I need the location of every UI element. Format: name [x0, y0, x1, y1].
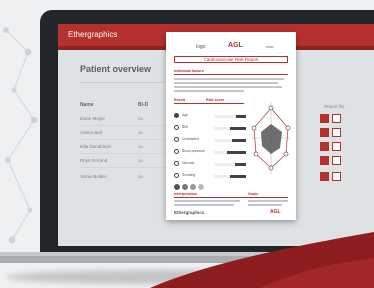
score-dot: [174, 173, 179, 178]
report-icons-row: [320, 128, 341, 137]
score-row: Smoking: [174, 172, 246, 180]
report-brand: AGL: [228, 42, 243, 49]
patient-name[interactable]: Rhys Ferrand: [80, 158, 107, 163]
score-bar: [214, 115, 246, 118]
text-line: [174, 86, 282, 88]
laptop-base: [0, 252, 374, 263]
score-bar: [214, 151, 246, 154]
text-line: [174, 90, 244, 92]
score-label: Smoking: [182, 173, 196, 177]
score-fill: [230, 175, 246, 178]
text-line: [248, 204, 282, 206]
patient-name[interactable]: Ariana Bell: [80, 130, 102, 135]
report-date: date: [266, 44, 274, 49]
patient-name[interactable]: Mila Donaldson: [80, 144, 111, 149]
section-header: Individual factors: [174, 69, 204, 73]
text-line: [248, 200, 288, 202]
score-label: Blood pressure: [182, 149, 205, 153]
score-fill: [230, 127, 246, 130]
patient-value: aa: [138, 116, 144, 121]
score-row: BMI: [174, 124, 246, 132]
page-title: Patient overview: [80, 64, 152, 74]
radar-chart: [251, 102, 291, 174]
score-fill: [231, 139, 246, 142]
app-logo[interactable]: Ethergraphics: [68, 30, 117, 39]
document-icon[interactable]: [332, 156, 341, 165]
column-header-name[interactable]: Name: [80, 102, 94, 108]
row-divider: [80, 167, 166, 168]
document-icon[interactable]: [332, 172, 341, 181]
section-header: Risk score: [206, 98, 225, 102]
patient-value: aa: [138, 158, 144, 163]
score-dot: [174, 149, 179, 154]
patient-name[interactable]: Jamie Bolder: [80, 174, 106, 179]
column-header-report: Report file: [324, 104, 345, 109]
text-line: [174, 204, 234, 206]
score-label: BMI: [182, 125, 189, 129]
text-line: [174, 78, 284, 80]
report-icons-row: [320, 114, 341, 123]
legend-dot: [198, 184, 204, 190]
section-header: Interpretation: [174, 192, 198, 196]
report-title: Cardiovascular Risk Report: [174, 56, 288, 63]
section-rule: [174, 103, 244, 104]
legend-dot: [174, 184, 180, 190]
score-dot: [174, 161, 179, 166]
text-line: [174, 82, 278, 84]
document-icon[interactable]: [332, 114, 341, 123]
pdf-icon[interactable]: [320, 156, 329, 165]
section-rule: [174, 197, 288, 198]
score-dot: [174, 137, 179, 142]
legend-dot: [190, 184, 196, 190]
document-icon[interactable]: [332, 128, 341, 137]
row-divider: [80, 125, 166, 126]
report-sheet[interactable]: logo AGL date Cardiovascular Risk Report…: [166, 32, 296, 220]
score-bar: [214, 127, 246, 130]
score-fill: [236, 115, 246, 118]
score-fill: [226, 151, 246, 154]
legend-dot: [182, 184, 188, 190]
patient-value: aa: [138, 144, 144, 149]
score-bar: [214, 163, 246, 166]
score-label: Cholesterol: [182, 137, 200, 141]
score-row: Age: [174, 112, 246, 120]
title-divider: [80, 82, 164, 83]
report-footer-brand: Ethergraphics: [174, 210, 205, 215]
section-rule: [174, 74, 288, 75]
patient-value: aa: [138, 130, 144, 135]
report-footer-logo: AGL: [270, 209, 281, 215]
document-icon[interactable]: [332, 142, 341, 151]
pdf-icon[interactable]: [320, 142, 329, 151]
report-icons-row: [320, 156, 341, 165]
row-divider: [80, 153, 166, 154]
score-dot: [174, 113, 179, 118]
score-bar: [214, 139, 246, 142]
score-row: Cholesterol: [174, 136, 246, 144]
score-dot: [174, 125, 179, 130]
patient-name[interactable]: Ewan Moyer: [80, 116, 105, 121]
pdf-icon[interactable]: [320, 172, 329, 181]
report-header-logo: logo: [196, 44, 206, 50]
text-line: [174, 200, 240, 202]
pdf-icon[interactable]: [320, 128, 329, 137]
pdf-icon[interactable]: [320, 114, 329, 123]
report-icons-row: [320, 142, 341, 151]
section-header: Goals: [248, 192, 258, 196]
section-header: Result: [174, 98, 185, 102]
column-header-value[interactable]: BI-D: [138, 102, 148, 108]
report-icons-row: [320, 172, 341, 181]
score-fill: [234, 163, 246, 166]
score-row: Blood pressure: [174, 148, 246, 156]
row-divider: [80, 139, 166, 140]
score-row: Glucose: [174, 160, 246, 168]
patient-value: aa: [138, 174, 144, 179]
score-label: Age: [182, 113, 189, 117]
score-label: Glucose: [182, 161, 195, 165]
score-bar: [214, 175, 246, 178]
